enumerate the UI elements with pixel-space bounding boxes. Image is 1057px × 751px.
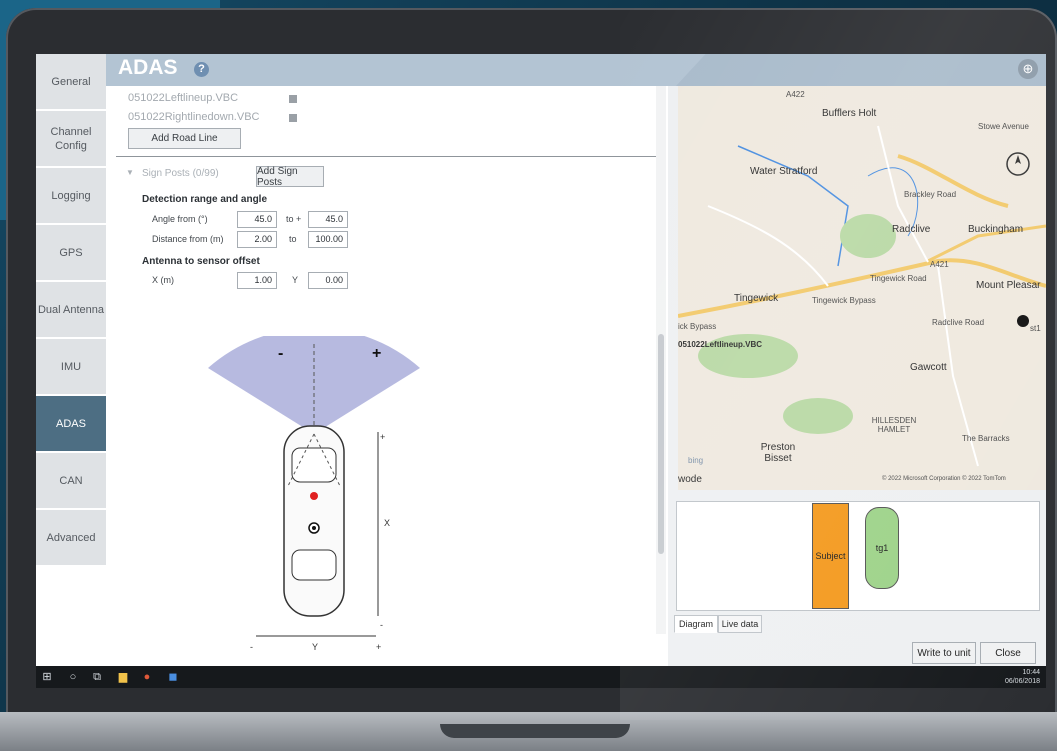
y-offset-input[interactable]: 0.00 <box>308 272 348 289</box>
header-accent <box>676 54 1046 86</box>
sidebar-item-can[interactable]: CAN <box>36 453 106 510</box>
write-to-unit-button[interactable]: Write to unit <box>912 642 976 664</box>
map-label: Preston Bisset <box>760 442 796 464</box>
map-provider-logo: bing <box>688 456 704 465</box>
map-label: HILLESDEN HAMLET <box>871 416 917 434</box>
y-axis-label: Y <box>312 642 318 652</box>
distance-to-label: to <box>289 234 297 244</box>
rear-window-icon <box>291 549 337 581</box>
sidebar-item-adas[interactable]: ADAS <box>36 396 106 453</box>
distance-from-input[interactable]: 2.00 <box>237 231 277 248</box>
road-label: Stowe Avenue <box>978 122 1030 131</box>
road-label: ick Bypass <box>678 322 717 331</box>
road-line-file: 051022Rightlinedown.VBC <box>128 111 260 123</box>
map-label: wode <box>678 474 702 485</box>
angle-to-label: to + <box>286 214 302 224</box>
sidebar-item-gps[interactable]: GPS <box>36 225 106 282</box>
x-plus-label: + <box>380 432 385 442</box>
task-view-icon[interactable]: ⧉ <box>90 670 104 684</box>
x-offset-label: X (m) <box>152 275 174 285</box>
road-label: A421 <box>930 260 949 269</box>
target-diagram-panel <box>676 501 1040 611</box>
vehicle-detection-diagram: - + X Y + - - + <box>208 336 420 652</box>
section-divider <box>116 156 658 157</box>
sign-posts-label: Sign Posts (0/99) <box>142 168 219 179</box>
windshield-icon <box>291 447 337 483</box>
y-offset-label: Y <box>292 275 299 285</box>
detection-zone <box>208 336 420 434</box>
close-button[interactable]: Close <box>980 642 1036 664</box>
sidebar-item-advanced[interactable]: Advanced <box>36 510 106 567</box>
x-minus-label: - <box>380 620 383 630</box>
sensor-dot-icon <box>310 492 318 500</box>
x-offset-input[interactable]: 1.00 <box>237 272 277 289</box>
map-label: Radclive <box>892 224 931 235</box>
help-icon[interactable]: ? <box>194 62 209 77</box>
search-icon[interactable]: ○ <box>66 670 80 684</box>
scrollbar-thumb[interactable] <box>658 334 664 554</box>
remove-file-icon[interactable] <box>289 114 297 122</box>
road-label: Tingewick Road <box>870 274 927 283</box>
angle-minus-label: - <box>278 345 283 362</box>
map-label: Mount Pleasar <box>976 280 1041 291</box>
x-axis-label: X <box>384 518 390 528</box>
road-label: Brackley Road <box>904 190 957 199</box>
road-label: Tingewick Bypass <box>812 296 876 305</box>
map-label: Water Stratford <box>750 166 818 177</box>
tab-diagram[interactable]: Diagram <box>674 615 718 633</box>
map-label: Buckingham <box>968 224 1024 235</box>
clock-date: 06/06/2018 <box>1004 678 1040 685</box>
taskbar-clock[interactable]: 10:44 06/06/2018 <box>1005 668 1040 686</box>
distance-to-input[interactable]: 100.00 <box>308 231 348 248</box>
marker-icon[interactable] <box>1017 315 1029 327</box>
road-line-overlay-label: 051022Leftlineup.VBC <box>678 340 763 349</box>
road-label: The Barracks <box>962 434 1010 443</box>
y-minus-label: - <box>250 642 253 652</box>
distance-label: Distance from (m) <box>152 234 224 244</box>
road-label: Radclive Road <box>932 318 985 327</box>
target-vehicle: tg1 <box>865 507 899 589</box>
file-explorer-icon[interactable]: ▆ <box>116 670 130 684</box>
page-title: ADAS <box>118 56 178 79</box>
screen: General Channel Config Logging GPS Dual … <box>36 54 1046 688</box>
map-label: Tingewick <box>734 293 779 304</box>
add-road-line-button[interactable]: Add Road Line <box>128 128 241 149</box>
outlook-icon[interactable]: ◼ <box>166 670 180 684</box>
tab-live-data[interactable]: Live data <box>718 615 762 633</box>
map-label: Bufflers Holt <box>822 108 877 119</box>
sidebar-item-logging[interactable]: Logging <box>36 168 106 225</box>
angle-plus-label: + <box>372 345 381 362</box>
road-label: A422 <box>786 90 805 99</box>
angle-to-input[interactable]: 45.0 <box>308 211 348 228</box>
clock-time: 10:44 <box>1022 669 1040 676</box>
marker-label: st1 <box>1030 324 1041 333</box>
collapse-arrow-icon[interactable]: ▼ <box>126 168 134 177</box>
map-copyright: © 2022 Microsoft Corporation © 2022 TomT… <box>882 476 1006 482</box>
adas-config-panel: 051022Leftlineup.VBC 051022Rightlinedown… <box>106 86 666 652</box>
start-icon[interactable]: ⊞ <box>40 670 54 684</box>
globe-icon[interactable]: ⊕ <box>1018 59 1038 79</box>
sidebar-item-imu[interactable]: IMU <box>36 339 106 396</box>
offset-title: Antenna to sensor offset <box>142 256 260 267</box>
y-plus-label: + <box>376 642 381 652</box>
subject-vehicle: Subject <box>812 503 849 609</box>
laptop-notch <box>440 724 630 738</box>
sidebar-item-dual-antenna[interactable]: Dual Antenna <box>36 282 106 339</box>
sidebar-item-channel-config[interactable]: Channel Config <box>36 111 106 168</box>
remove-file-icon[interactable] <box>289 95 297 103</box>
add-sign-posts-button[interactable]: Add Sign Posts <box>256 166 324 188</box>
sidebar: General Channel Config Logging GPS Dual … <box>36 54 106 567</box>
angle-from-input[interactable]: 45.0 <box>237 211 277 228</box>
taskbar: ⊞ ○ ⧉ ▆ ● ◼ 10:44 06/06/2018 <box>36 666 1046 688</box>
road-line-file: 051022Leftlineup.VBC <box>128 92 239 104</box>
angle-label: Angle from (°) <box>152 214 208 224</box>
header-bar: ADAS ? ⊕ <box>106 54 1046 86</box>
detection-title: Detection range and angle <box>142 194 268 205</box>
map-label: Gawcott <box>910 362 947 373</box>
map-view[interactable]: Bufflers Holt Water Stratford Radclive B… <box>678 86 1046 490</box>
chrome-icon[interactable]: ● <box>140 670 154 684</box>
sidebar-item-general[interactable]: General <box>36 54 106 111</box>
